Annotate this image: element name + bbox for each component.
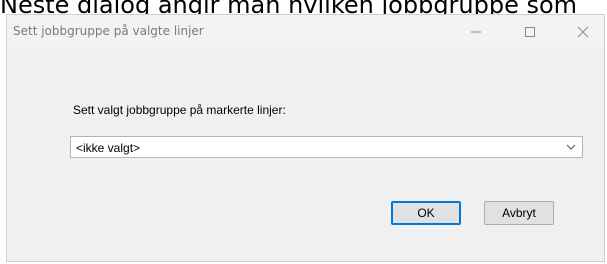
close-button[interactable]: [560, 15, 606, 48]
cancel-button[interactable]: Avbryt: [484, 201, 554, 225]
prompt-label: Sett valgt jobbgruppe på markerte linjer…: [73, 103, 286, 117]
dialog-content: Sett valgt jobbgruppe på markerte linjer…: [7, 48, 604, 263]
title-bar[interactable]: Sett jobbgruppe på valgte linjer: [7, 15, 604, 48]
combobox-value: <ikke valgt>: [76, 141, 141, 155]
minimize-button[interactable]: [453, 15, 499, 48]
window-title: Sett jobbgruppe på valgte linjer: [13, 24, 204, 38]
maximize-icon: [525, 26, 535, 37]
maximize-button[interactable]: [507, 15, 553, 48]
ok-button[interactable]: OK: [391, 201, 461, 225]
minimize-icon: [471, 31, 481, 32]
jobgroup-combobox[interactable]: <ikke valgt>: [70, 136, 583, 158]
chevron-down-icon: [566, 144, 576, 150]
close-icon: [577, 26, 589, 37]
dialog-window: Sett jobbgruppe på valgte linjer Sett va…: [6, 14, 605, 262]
